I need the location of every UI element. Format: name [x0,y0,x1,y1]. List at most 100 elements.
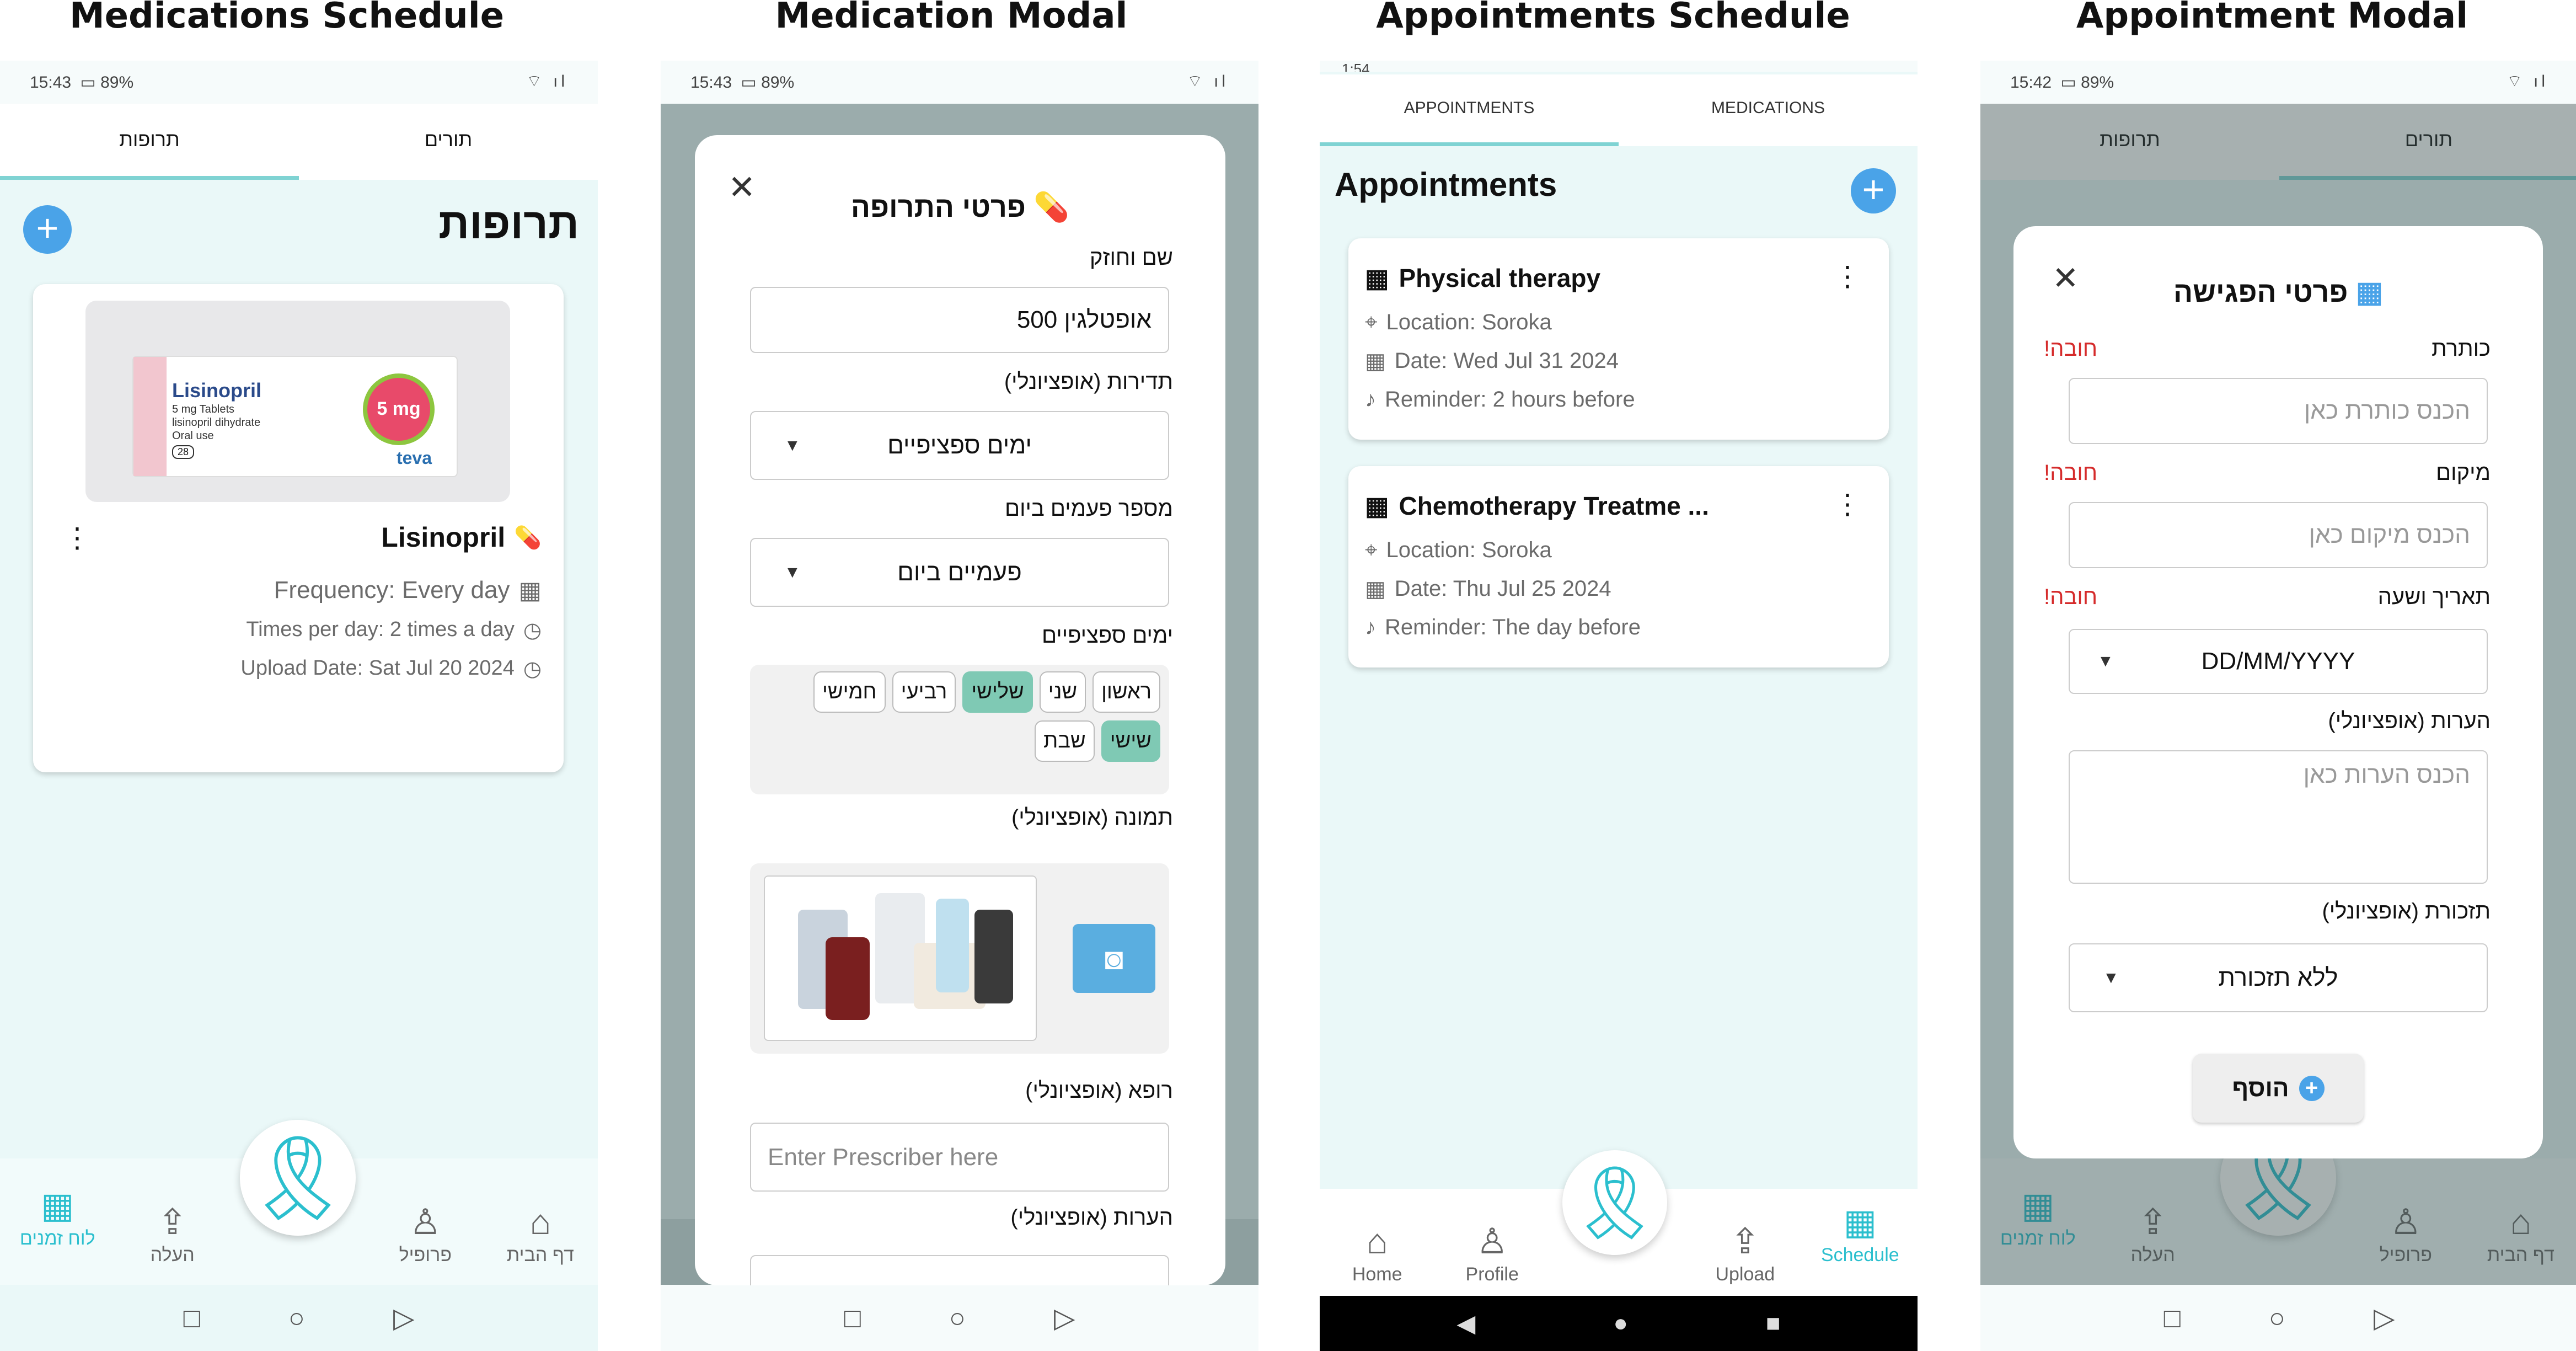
reminder-select[interactable]: ללא תזכורת ▼ [2069,943,2488,1012]
times-row: Times per day: 2 times a day ◷ [246,618,542,643]
tab-medications[interactable]: תרופות [0,104,299,180]
camera-icon: ◙ [1105,941,1123,976]
add-appointment-button[interactable]: + [1851,168,1896,213]
camera-button[interactable]: ◙ [1073,924,1155,993]
chevron-down-icon: ▼ [784,436,801,455]
page-title: תרופות [438,199,579,248]
more-options-icon[interactable]: ⋮ [63,524,91,552]
nav-home[interactable]: ⌂ Home [1320,1189,1434,1299]
status-bar: 1:54 [1320,61,1918,72]
reminder-text: Reminder: 2 hours before [1385,387,1635,412]
day-chip[interactable]: חמישי [813,671,886,713]
location-label: מיקום [2436,461,2491,485]
recents-icon[interactable]: ■ [1766,1310,1781,1337]
status-bar: 15:43 ▭ 89% ⌔ ıl [0,61,598,104]
times-label: מספר פעמים ביום [1004,496,1173,521]
recents-icon[interactable]: □ [184,1302,200,1334]
ribbon-logo-button[interactable]: 🎗 [1562,1150,1667,1255]
back-icon[interactable]: ◀ [1457,1310,1476,1338]
add-button[interactable]: + הוסף [2193,1054,2364,1123]
date-text: Date: Thu Jul 25 2024 [1394,576,1611,601]
more-options-icon[interactable]: ⋮ [1834,488,1861,520]
tab-appointments[interactable]: תורים [299,104,598,180]
medication-name-field[interactable]: אופטלגין 500 [750,287,1169,353]
home-circle-icon[interactable]: ○ [288,1302,305,1334]
upload-icon: ⇪ [157,1202,188,1242]
medication-photo [764,875,1037,1041]
location-placeholder: הכנס מיקום כאן [2309,521,2470,548]
day-chip[interactable]: שלישי [962,671,1033,713]
reminder-value: ללא תזכורת [2218,964,2338,991]
status-time: 1:54 [1342,61,1370,72]
panel-title-appointment-modal: Appointment Modal [2076,0,2468,36]
phone-appointment-modal: 15:42 ▭ 89% ⌔ ıl תורים תרופות ▦ לוח זמנים… [1980,61,2576,1351]
nav-upload[interactable]: ⇪ העלה [115,1158,229,1285]
title-label: כותרת [2432,337,2491,361]
chevron-down-icon: ▼ [784,563,801,581]
day-chip[interactable]: שני [1039,671,1086,713]
required-marker: חובה! [2044,337,2098,361]
date-text: Date: Wed Jul 31 2024 [1394,349,1619,373]
add-medication-button[interactable]: + [23,205,72,254]
modal-title: פרטי התרופה [850,191,1026,223]
nav-home-label: דף הבית [506,1245,574,1265]
nav-home[interactable]: ⌂ דף הבית [483,1158,598,1285]
home-circle-icon[interactable]: ○ [949,1302,966,1334]
day-chip[interactable]: שבת [1035,720,1095,762]
day-chip[interactable]: שישי [1101,720,1160,762]
notes-placeholder: הכנס הערות כאן [2303,761,2470,788]
pill-icon: 💊 [514,525,542,550]
notes-input[interactable]: הכנס הערות כאן [2069,750,2488,884]
nav-profile-label: פרופיל [399,1245,452,1265]
calendar-icon: ▦ [1843,1202,1877,1242]
tab-appointments[interactable]: APPOINTMENTS [1320,74,1619,146]
nav-profile[interactable]: ♙ פרופיל [368,1158,483,1285]
back-icon[interactable]: ▷ [1054,1302,1075,1334]
nav-upload-label: העלה [150,1245,195,1265]
frequency-select[interactable]: ימים ספציפיים ▼ [750,411,1169,480]
nav-upload-label: Upload [1715,1264,1775,1285]
back-icon[interactable]: ▷ [2374,1302,2395,1334]
nav-schedule[interactable]: ▦ Schedule [1803,1189,1918,1299]
recents-icon[interactable]: □ [844,1302,861,1334]
add-button-label: הוסף [2232,1074,2289,1102]
appointment-title-row: ▦ Physical therapy [1365,263,1600,293]
title-input[interactable]: הכנס כותרת כאן [2069,378,2488,444]
times-select[interactable]: פעמיים ביום ▼ [750,538,1169,607]
appointment-card[interactable]: ▦ Chemotherapy Treatme ... ⋮ ⌖ Location: S… [1348,466,1889,668]
prescriber-input[interactable]: Enter Prescriber here [750,1123,1169,1192]
phone-medication-modal: 15:43 ▭ 89% ⌔ ıl העלה פרופיל דף הבית □○▷… [661,61,1258,1351]
tab-medications[interactable]: MEDICATIONS [1619,74,1918,146]
ribbon-logo-button[interactable]: 🎗 [240,1120,356,1236]
medication-name: Lisinopril [381,522,506,553]
home-circle-icon[interactable]: ● [1613,1310,1628,1337]
times-value: פעמיים ביום [897,558,1022,586]
appointment-card[interactable]: ▦ Physical therapy ⋮ ⌖ Location: Soroka ▦ D… [1348,238,1889,440]
upload-date-text: Upload Date: Sat Jul 20 2024 [240,656,515,680]
medication-card[interactable]: Lisinopril 5 mg Tablets lisinopril dihyd… [33,284,564,772]
bell-icon: ♪ [1365,615,1376,639]
nav-profile[interactable]: ♙ Profile [1434,1189,1549,1299]
person-icon: ♙ [1476,1221,1508,1261]
day-chip[interactable]: ראשון [1092,671,1160,713]
modal-title-row: 💊 פרטי התרופה [695,190,1225,224]
notes-input[interactable] [750,1255,1169,1285]
image-picker: ◙ [750,863,1169,1054]
nav-schedule[interactable]: ▦ לוח זמנים [0,1158,115,1285]
box-title: Lisinopril [172,379,261,402]
panel-title-appointments-schedule: Appointments Schedule [1376,0,1850,36]
date-picker[interactable]: DD/MM/YYYY ▼ [2069,629,2488,694]
recents-icon[interactable]: □ [2164,1302,2181,1334]
day-chip[interactable]: רביעי [892,671,956,713]
reminder-label: תזכורת (אופציונלי) [2322,899,2491,923]
home-circle-icon[interactable]: ○ [2269,1302,2285,1334]
location-input[interactable]: הכנס מיקום כאן [2069,502,2488,568]
signal-icons: ⌔ ıl [1187,72,1229,90]
more-options-icon[interactable]: ⋮ [1834,260,1861,292]
times-text: Times per day: 2 times a day [246,618,515,641]
bell-icon: ♪ [1365,387,1376,412]
back-icon[interactable]: ▷ [393,1302,414,1334]
nav-upload[interactable]: ⇪ Upload [1688,1189,1802,1299]
nav-schedule-label: Schedule [1820,1245,1899,1265]
days-row: שישישבת [756,720,1164,762]
